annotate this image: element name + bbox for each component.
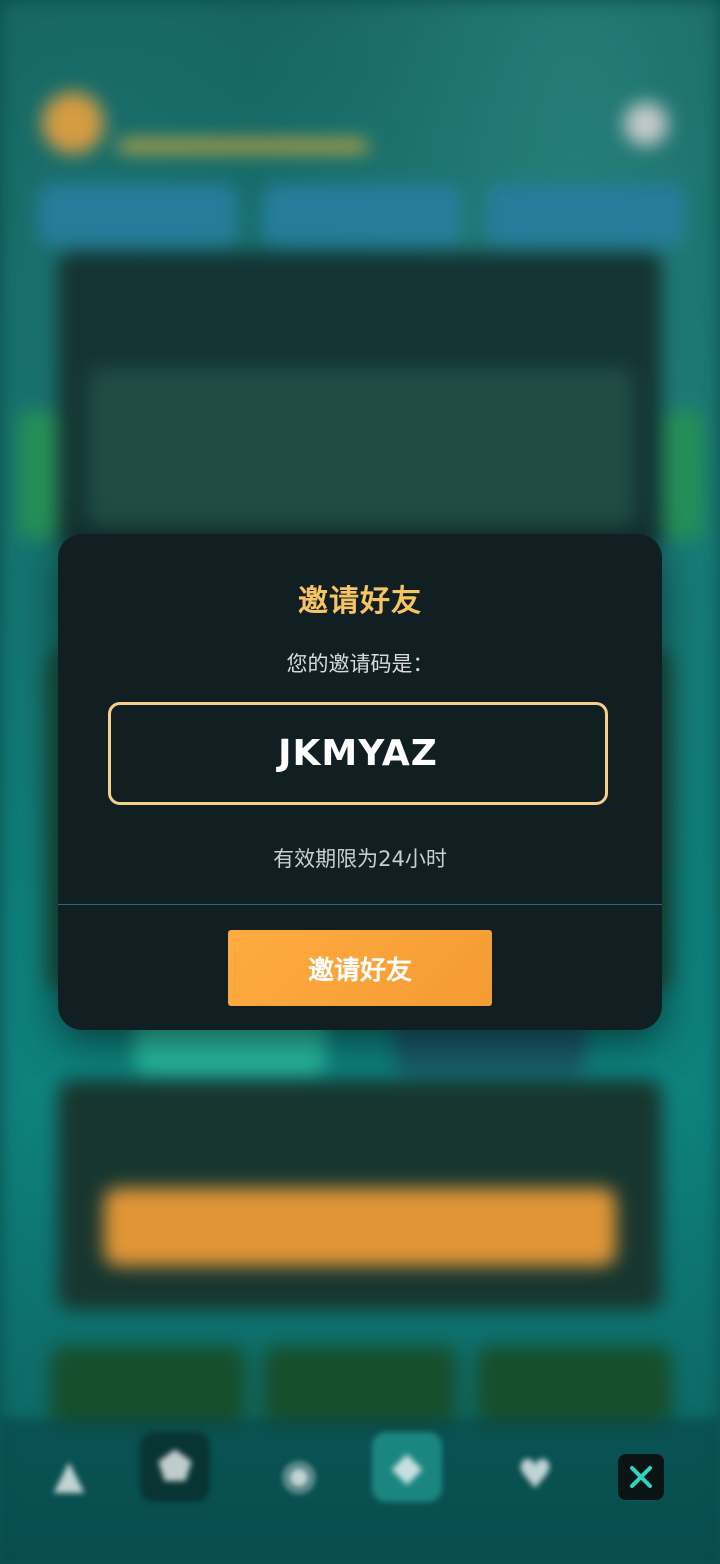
- invite-friends-button[interactable]: 邀请好友: [228, 930, 492, 1006]
- divider: [58, 904, 662, 905]
- heart-icon: ♥: [517, 1452, 553, 1498]
- invite-code-box[interactable]: JKMYAZ: [108, 702, 608, 805]
- invite-friends-dialog: 邀请好友 您的邀请码是： JKMYAZ 有效期限为24小时 邀请好友: [58, 534, 662, 1030]
- dialog-title: 邀请好友: [298, 584, 422, 619]
- close-icon: [630, 1466, 652, 1488]
- bottom-navigation: [0, 1418, 720, 1564]
- invite-code: JKMYAZ: [278, 733, 438, 774]
- shield-icon: ⬟: [140, 1432, 210, 1502]
- invite-code-label: 您的邀请码是：: [286, 652, 434, 676]
- compass-icon: ◉: [281, 1452, 317, 1498]
- diamond-icon: ◆: [372, 1432, 442, 1502]
- validity-text: 有效期限为24小时: [273, 847, 447, 871]
- mountain-icon: ▲: [53, 1452, 85, 1498]
- close-button[interactable]: [618, 1454, 664, 1500]
